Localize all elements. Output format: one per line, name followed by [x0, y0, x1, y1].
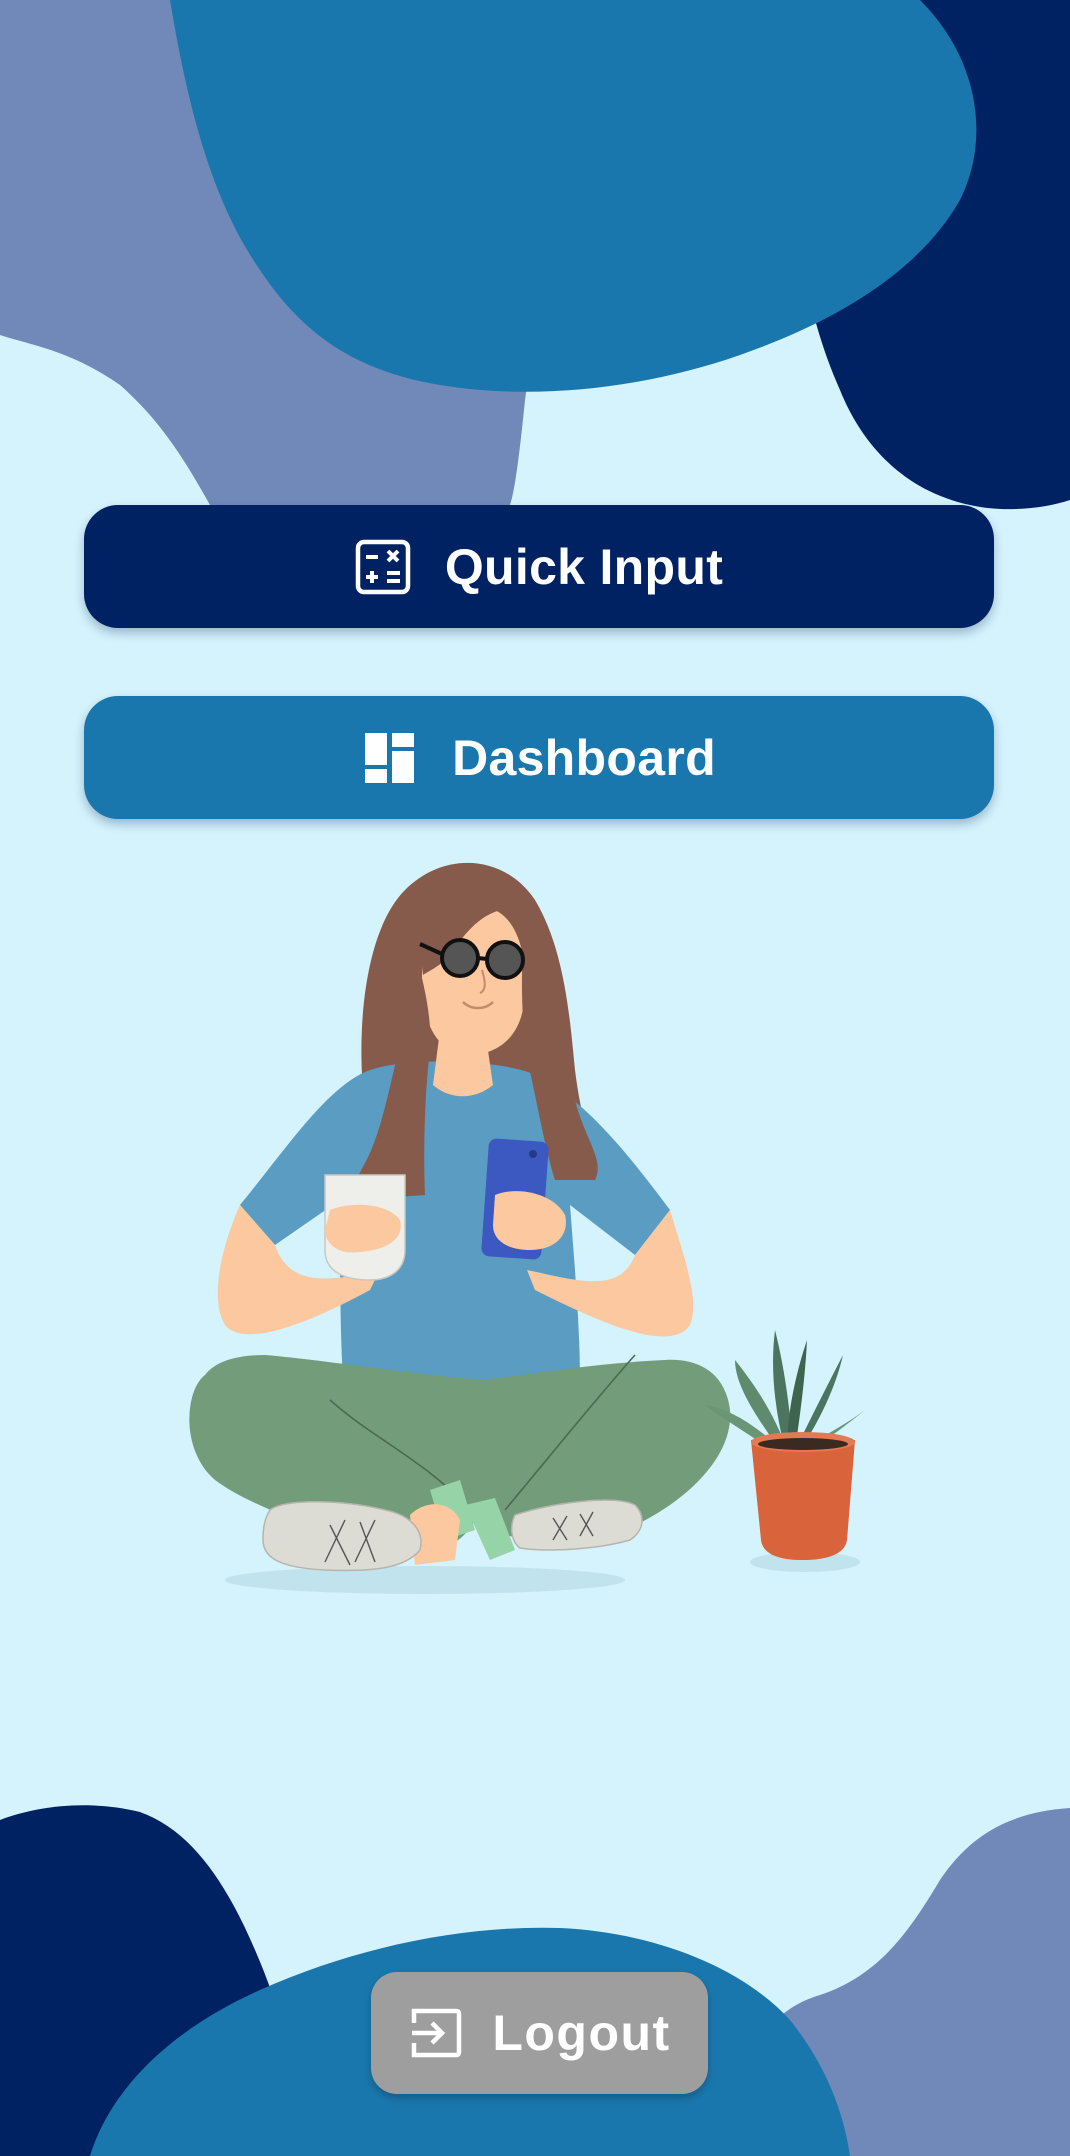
logout-button[interactable]: Logout	[371, 1972, 708, 2094]
logout-icon	[408, 2005, 464, 2061]
logout-label: Logout	[492, 2005, 671, 2061]
quick-input-button[interactable]: Quick Input	[84, 505, 994, 628]
person-illustration	[189, 862, 865, 1594]
calculator-icon	[355, 539, 411, 595]
dashboard-button[interactable]: Dashboard	[84, 696, 994, 819]
dashboard-icon	[362, 730, 418, 786]
dashboard-label: Dashboard	[452, 729, 716, 786]
potted-plant	[705, 1330, 865, 1560]
quick-input-label: Quick Input	[444, 538, 724, 595]
